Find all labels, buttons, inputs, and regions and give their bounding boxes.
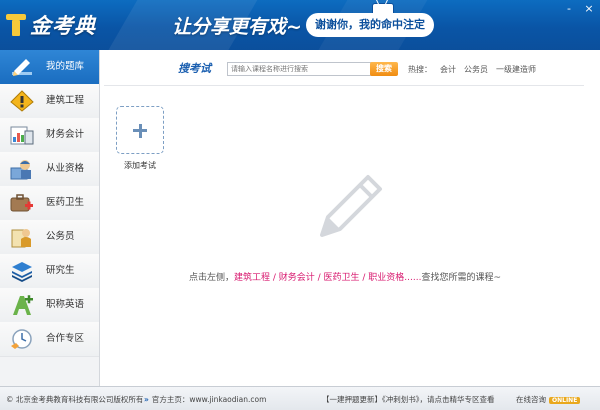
official-site: » 官方主页：www.jinkaodian.com [144, 394, 266, 405]
minimize-button[interactable]: - [564, 3, 574, 14]
hot-search-link[interactable]: 会计 [440, 65, 456, 74]
sidebar-item-title-english[interactable]: 职称英语 [0, 288, 99, 323]
hot-searches: 热搜： 会计 公务员 一级建造师 [408, 64, 544, 75]
online-badge: ONLINE [549, 397, 581, 404]
slogan-text: 让分享更有戏~ [172, 16, 302, 38]
search-input[interactable] [227, 62, 373, 76]
calculator-chart-icon [10, 126, 34, 145]
search-bar: 搜考试 搜索 热搜： 会计公务员一级建造师 [100, 50, 600, 84]
hint-categories: 建筑工程 / 财务会计 / 医药卫生 / 职业资格...... [234, 273, 422, 283]
update-link[interactable]: 【一建押题更新】 [322, 395, 382, 404]
hint-suffix: 查找您所需的课程~ [421, 273, 501, 283]
sidebar-item-construction[interactable]: 建筑工程 [0, 84, 99, 119]
logo-icon [6, 12, 26, 38]
sidebar: 我的题库 建筑工程 财务会计 从业资格 医药卫生 公务员 研究生 职称英语 合作… [0, 50, 100, 386]
window-controls: - × [564, 3, 594, 14]
search-label: 搜考试 [178, 62, 211, 75]
app-name: 金考典 [30, 13, 96, 38]
app-window: 金考典 让分享更有戏~ 谢谢你，我的命中注定 - × 我的题库 建筑工程 财务会… [0, 0, 600, 410]
promo-links: 【一建押题更新】《冲刺划书》，请点击精华专区查看 [322, 394, 495, 405]
site-label: 官方主页： [151, 395, 190, 404]
sidebar-item-accounting[interactable]: 财务会计 [0, 118, 99, 153]
hint-prefix: 点击左侧， [189, 273, 235, 283]
double-chevron-icon: » [144, 395, 149, 404]
sidebar-item-label: 合作专区 [46, 333, 85, 344]
sidebar-item-label: 公务员 [46, 231, 75, 242]
sidebar-item-qualification[interactable]: 从业资格 [0, 152, 99, 187]
hot-search-label: 热搜： [408, 65, 432, 74]
plan-link[interactable]: 《冲刺划书》 [382, 395, 420, 404]
add-exam-label: 添加考试 [124, 161, 156, 170]
slogan-bubble: 谢谢你，我的命中注定 [306, 13, 434, 37]
copyright-text: © 北京金考典教育科技有限公司版权所有 [6, 395, 144, 404]
medical-kit-icon [10, 194, 33, 212]
sidebar-item-label: 建筑工程 [46, 95, 85, 106]
civil-servant-icon [11, 229, 31, 248]
sidebar-item-medical[interactable]: 医药卫生 [0, 186, 99, 221]
divider [104, 85, 584, 86]
hint-text: 点击左侧，建筑工程 / 财务会计 / 医药卫生 / 职业资格......查找您所… [100, 270, 590, 283]
sidebar-item-label: 我的题库 [46, 61, 85, 72]
english-letter-icon [13, 295, 33, 315]
add-exam-button[interactable] [116, 106, 164, 154]
sidebar-item-cooperation[interactable]: 合作专区 [0, 322, 99, 357]
sidebar-item-graduate[interactable]: 研究生 [0, 254, 99, 289]
main-content: 搜考试 搜索 热搜： 会计公务员一级建造师 添加考试 点击左侧，建筑工程 / 财务… [100, 50, 600, 386]
app-logo: 金考典 [6, 8, 106, 42]
edit-pen-icon [12, 59, 32, 76]
sidebar-item-label: 职称英语 [46, 299, 85, 310]
footer-bar: © 北京金考典教育科技有限公司版权所有 » 官方主页：www.jinkaodian… [0, 386, 600, 410]
sidebar-item-label: 从业资格 [46, 163, 85, 174]
header-banner: 金考典 让分享更有戏~ 谢谢你，我的命中注定 - × [0, 0, 600, 50]
hot-search-link[interactable]: 一级建造师 [496, 65, 536, 74]
hot-search-link[interactable]: 公务员 [464, 65, 488, 74]
site-url-link[interactable]: www.jinkaodian.com [189, 395, 266, 404]
sidebar-item-civil-servant[interactable]: 公务员 [0, 220, 99, 255]
online-consult-button[interactable]: 在线咨询 ONLINE [516, 394, 581, 405]
sidebar-item-label: 财务会计 [46, 129, 85, 140]
construction-sign-icon [10, 90, 34, 112]
consult-label: 在线咨询 [516, 395, 546, 404]
layers-stack-icon [12, 262, 32, 282]
sidebar-item-label: 研究生 [46, 265, 75, 276]
sidebar-item-my-question-bank[interactable]: 我的题库 [0, 50, 99, 85]
worker-certificate-icon [10, 160, 31, 180]
close-button[interactable]: × [584, 3, 594, 14]
pencil-illustration-icon [320, 175, 382, 237]
sidebar-item-label: 医药卫生 [46, 197, 85, 208]
search-button[interactable]: 搜索 [370, 62, 398, 76]
plan-suffix: ，请点击精华专区查看 [419, 395, 495, 404]
clock-handshake-icon [11, 329, 32, 349]
